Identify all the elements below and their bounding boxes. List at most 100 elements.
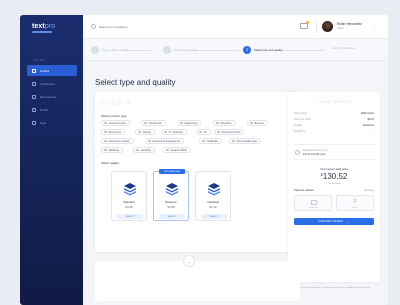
chip-general-content[interactable]: General Content: [101, 120, 131, 126]
order-title: YOUR ORDER: [316, 99, 352, 104]
chip-science-tech[interactable]: Science and Tech: [214, 129, 245, 135]
chip-label: Automotive Industry: [108, 139, 130, 143]
stepper: ✓ Type or add a text file ✓ Choose langu…: [83, 39, 388, 61]
confirm-order-button[interactable]: CONFIRM ORDER →: [294, 218, 374, 225]
quality-name: Business: [165, 200, 177, 204]
radio-icon: [136, 148, 139, 152]
layers-icon: [208, 183, 220, 196]
radio-icon: [199, 130, 202, 134]
user-role: Client: [337, 27, 344, 30]
select-button[interactable]: SELECT: [159, 214, 185, 219]
step-label: Choose languages: [174, 48, 198, 52]
chip-label: Student's Work: [170, 148, 187, 152]
chip-marketing[interactable]: Marketing: [101, 147, 124, 153]
chevron-down-icon[interactable]: ⌄: [373, 25, 376, 29]
select-button[interactable]: SELECT: [117, 214, 143, 219]
check-icon: ✓: [91, 46, 99, 54]
chip-gambling[interactable]: Gambling: [133, 147, 155, 153]
chip-label: General Content: [108, 121, 127, 125]
chip-label: Ecommerce: [108, 130, 122, 134]
scroll-down-button[interactable]: ⌄: [183, 255, 195, 267]
step-2[interactable]: ✓ Choose languages: [163, 46, 197, 54]
logo-main: text: [32, 23, 45, 30]
menu-label: MENU: [34, 59, 46, 62]
divider: [316, 21, 317, 33]
chip-enterprise[interactable]: Enterprise: [213, 120, 236, 126]
credit-card-icon: [311, 200, 317, 205]
step-label: Select type and quality: [254, 48, 283, 52]
chip-ecommerce[interactable]: Ecommerce: [101, 129, 126, 135]
total-label: Your current total price: [319, 167, 349, 171]
chip-construction[interactable]: Construction: [141, 120, 167, 126]
chip-label: Enterprise: [220, 121, 232, 125]
chip-label: Marketing: [108, 148, 120, 152]
step-4: Order confirmation: [329, 46, 355, 50]
sidebar-item-discussions[interactable]: Discussions: [27, 91, 77, 102]
order-row: English is ...: [294, 130, 374, 133]
next-panel: [95, 261, 300, 301]
payment-paypal[interactable]: P PayPal: [336, 195, 374, 211]
sidebar: textpro MENU Orders Translators Discussi…: [20, 15, 83, 305]
radio-icon: [104, 121, 107, 125]
chip-business[interactable]: Business: [247, 120, 269, 126]
select-button[interactable]: SELECT: [201, 214, 227, 219]
radio-icon: [232, 139, 235, 143]
delivery-estimate: Estimated delivery time 12 hrs and 30 mi…: [294, 144, 374, 160]
order-row-value: $0.16: [367, 118, 375, 121]
sidebar-item-profile[interactable]: Profile: [27, 104, 77, 115]
chip-art[interactable]: Art: [196, 129, 211, 135]
total-value: 130.52: [322, 172, 348, 181]
user-name[interactable]: Robin Hernandez: [337, 22, 362, 26]
step-label: Order confirmation: [332, 46, 356, 50]
step-3[interactable]: 3 Select type and quality: [243, 46, 282, 54]
step-connector: [281, 50, 325, 51]
radio-icon: [216, 121, 219, 125]
payment-credit-card[interactable]: Credit card: [294, 195, 332, 211]
terms-note: By clicking 'Confirm Order', you agree t…: [297, 287, 371, 289]
step-1[interactable]: ✓ Type or add a text file: [91, 46, 129, 54]
content-type-label: Select content type: [101, 114, 127, 118]
recommended-badge: RECOMMENDED: [159, 169, 185, 174]
payment-label: Payment method: [294, 189, 314, 192]
chip-automotive[interactable]: Automotive Industry: [101, 138, 134, 144]
sidebar-item-translators[interactable]: Translators: [27, 78, 77, 89]
search-icon: [91, 24, 96, 29]
sidebar-item-orders[interactable]: Orders: [27, 65, 77, 76]
search-input[interactable]: [99, 23, 239, 31]
chevron-down-icon: ⌄: [187, 258, 191, 264]
order-row-value: ...: [371, 130, 374, 133]
chip-label: Construction: [148, 121, 163, 125]
payment-option-label: Credit card: [308, 207, 318, 209]
layers-icon: [166, 183, 178, 196]
quality-card-individual[interactable]: Individual $ 0.12 SELECT: [195, 171, 231, 221]
quality-name: Standard: [123, 200, 135, 204]
top-bar: Robin Hernandez Client ⌄: [83, 15, 388, 39]
chip-emails[interactable]: Emails & Correspondence: [145, 138, 185, 144]
chip-healthcare[interactable]: Healthcare: [199, 138, 223, 144]
chip-students-work[interactable]: Student's Work: [163, 147, 191, 153]
quality-card-standard[interactable]: Standard $ 0.06 SELECT: [111, 171, 147, 221]
page-title: Select type and quality: [95, 78, 176, 87]
order-row-label: English is: [294, 130, 306, 133]
delivery-label: Estimated delivery time: [303, 149, 328, 152]
quality-price: $ 0.12: [209, 206, 217, 209]
sidebar-item-help[interactable]: Help: [27, 117, 77, 128]
chip-gaming[interactable]: Gaming: [135, 129, 155, 135]
quality-price: $ 0.09: [167, 206, 175, 209]
step-label: Type or add a text file: [102, 48, 129, 52]
payment-message-link[interactable]: Message: [364, 189, 374, 192]
quality-card-business[interactable]: RECOMMENDED Business $ 0.09 SELECT: [153, 169, 189, 221]
chip-web-mobile[interactable]: Web & Mobile Apps: [229, 138, 262, 144]
discussions-icon: [32, 94, 36, 99]
total-note: Tax included: [327, 183, 341, 185]
chip-it-technical[interactable]: IT / Technical: [161, 129, 187, 135]
sidebar-item-label: Translators: [40, 81, 55, 86]
chip-label: Business: [254, 121, 265, 125]
avatar[interactable]: [322, 21, 333, 32]
radio-icon: [104, 130, 107, 134]
chip-label: IT / Technical: [168, 130, 183, 134]
chip-engineering[interactable]: Engineering: [177, 120, 202, 126]
logo[interactable]: textpro: [32, 23, 55, 30]
confirm-label: CONFIRM ORDER: [318, 220, 343, 223]
radio-icon: [104, 139, 107, 143]
